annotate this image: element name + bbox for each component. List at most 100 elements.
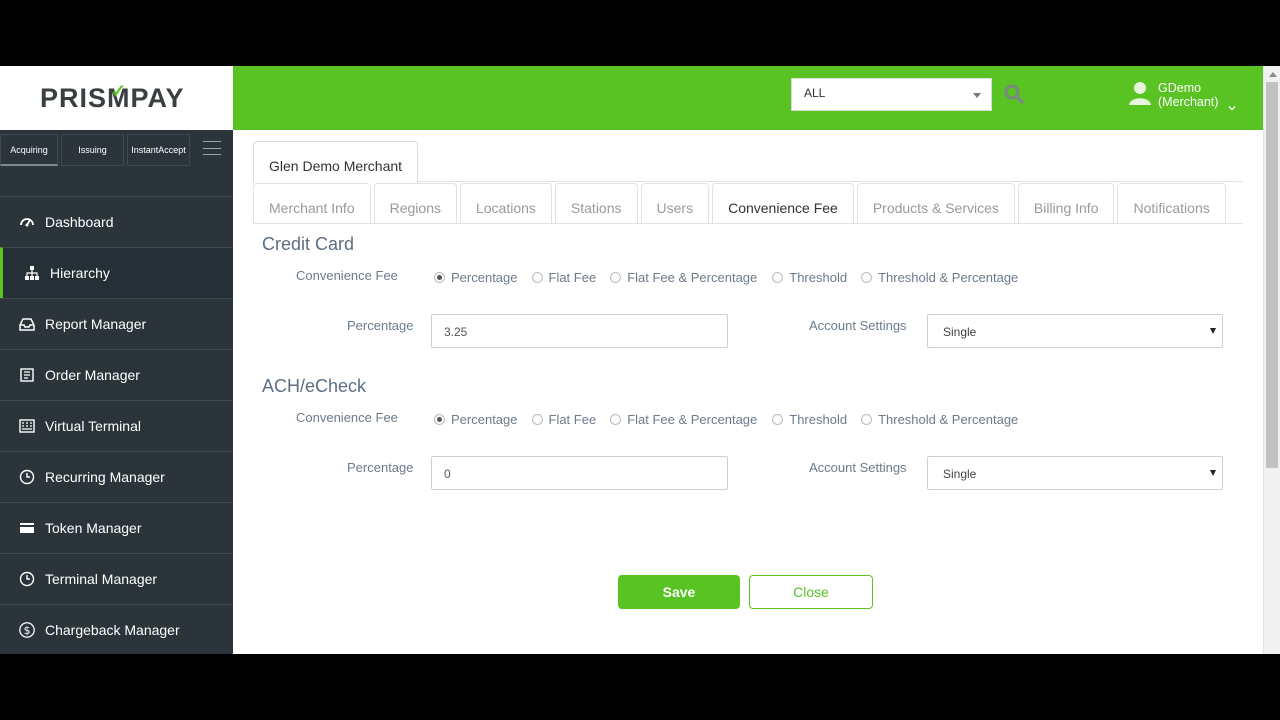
avatar xyxy=(1128,80,1152,106)
card-icon xyxy=(18,519,36,537)
credit-card-fee-type-group: Percentage Flat Fee Flat Fee & Percentag… xyxy=(434,268,1032,286)
close-button[interactable]: Close xyxy=(749,575,873,609)
sidebar-item-label: Virtual Terminal xyxy=(45,418,141,434)
sidebar-item-label: Recurring Manager xyxy=(45,469,165,485)
chevron-down-icon xyxy=(1228,99,1236,111)
radio-percentage[interactable]: Percentage xyxy=(434,412,518,427)
radio-button[interactable] xyxy=(610,271,622,283)
radio-percentage[interactable]: Percentage xyxy=(434,270,518,285)
sidebar-item-label: Dashboard xyxy=(45,214,114,230)
sidebar-item-label: Report Manager xyxy=(45,316,147,332)
sidebar-item-virtual-terminal[interactable]: Virtual Terminal xyxy=(0,400,233,451)
radio-button[interactable] xyxy=(434,271,445,283)
switch-issuing[interactable]: Issuing xyxy=(61,134,124,166)
sidebar-item-label: Terminal Manager xyxy=(45,571,158,587)
radio-label: Threshold xyxy=(789,269,848,285)
user-menu[interactable]: GDemo (Merchant) xyxy=(1128,78,1258,118)
radio-label: Threshold & Percentage xyxy=(878,411,1019,427)
logo: PRISM ✓ PAY xyxy=(40,80,185,113)
scroll-up-arrow-icon[interactable] xyxy=(1269,72,1277,77)
app-window: PRISM ✓ PAY Acquiring Issuing InstantAccep… xyxy=(0,66,1280,654)
radio-label: Flat Fee xyxy=(548,411,597,427)
search-icon[interactable] xyxy=(1003,83,1025,105)
scrollbar-thumb[interactable] xyxy=(1266,82,1278,468)
clock-icon xyxy=(18,570,36,588)
sidebar-item-label: Chargeback Manager xyxy=(45,622,180,638)
tab-bar: Merchant Info Regions Locations Stations… xyxy=(253,183,1229,224)
sidebar-item-label: Token Manager xyxy=(45,520,142,536)
radio-flat-fee-percentage[interactable]: Flat Fee & Percentage xyxy=(610,270,757,285)
tab-regions[interactable]: Regions xyxy=(373,183,457,224)
radio-threshold-percentage[interactable]: Threshold & Percentage xyxy=(861,270,1018,285)
scope-select[interactable]: ALL xyxy=(791,78,992,111)
sidebar-item-report-manager[interactable]: Report Manager xyxy=(0,298,233,349)
sidebar-item-hierarchy[interactable]: Hierarchy xyxy=(0,247,233,298)
radio-button[interactable] xyxy=(610,413,622,425)
radio-label: Flat Fee xyxy=(548,269,597,285)
radio-button[interactable] xyxy=(861,413,873,425)
radio-button[interactable] xyxy=(772,271,784,283)
sidebar: PRISM ✓ PAY Acquiring Issuing InstantAccep… xyxy=(0,66,233,654)
radio-label: Flat Fee & Percentage xyxy=(627,411,758,427)
ach-percentage-input[interactable]: 0 xyxy=(431,456,728,490)
clock-icon xyxy=(18,468,36,486)
tab-billing-info[interactable]: Billing Info xyxy=(1017,183,1115,224)
radio-flat-fee[interactable]: Flat Fee xyxy=(531,269,597,285)
percentage-label: Percentage xyxy=(347,318,414,333)
sidebar-nav: Dashboard Hierarchy Report Manager Order… xyxy=(0,196,233,654)
account-settings-label: Account Settings xyxy=(809,318,907,333)
radio-button[interactable] xyxy=(531,413,543,425)
main-content: Glen Demo Merchant Merchant Info Regions… xyxy=(233,130,1263,654)
sidebar-item-terminal-manager[interactable]: Terminal Manager xyxy=(0,553,233,604)
sidebar-item-order-manager[interactable]: Order Manager xyxy=(0,349,233,400)
radio-button[interactable] xyxy=(772,413,784,425)
select-value: Single xyxy=(943,467,977,481)
scrollbar[interactable] xyxy=(1263,66,1280,654)
sidebar-item-recurring-manager[interactable]: Recurring Manager xyxy=(0,451,233,502)
ach-account-settings-select[interactable]: Single xyxy=(927,456,1223,490)
section-title-ach-echeck: ACH/eCheck xyxy=(262,376,367,396)
product-switcher: Acquiring Issuing InstantAccept xyxy=(0,134,233,168)
tab-locations[interactable]: Locations xyxy=(459,183,552,224)
svg-text:$: $ xyxy=(24,624,31,637)
dollar-icon: $ xyxy=(18,621,36,639)
radio-threshold[interactable]: Threshold xyxy=(772,270,847,285)
switch-instantaccept[interactable]: InstantAccept xyxy=(127,134,190,166)
sidebar-item-chargeback-manager[interactable]: $ Chargeback Manager xyxy=(0,604,233,654)
keyboard-icon xyxy=(18,417,36,435)
section-title-credit-card: Credit Card xyxy=(262,234,355,254)
tab-products-services[interactable]: Products & Services xyxy=(856,183,1015,224)
radio-button[interactable] xyxy=(531,271,543,283)
radio-flat-fee[interactable]: Flat Fee xyxy=(531,411,597,427)
sidebar-item-label: Hierarchy xyxy=(50,265,110,281)
hamburger-icon[interactable] xyxy=(203,141,221,155)
tab-convenience-fee[interactable]: Convenience Fee xyxy=(712,183,854,224)
logo-area[interactable]: PRISM ✓ PAY xyxy=(0,66,233,130)
hierarchy-icon xyxy=(23,264,41,282)
radio-threshold[interactable]: Threshold xyxy=(772,412,847,427)
tab-stations[interactable]: Stations xyxy=(554,183,638,224)
caret-down-icon xyxy=(1210,328,1216,334)
radio-button[interactable] xyxy=(861,271,873,283)
dashboard-icon xyxy=(18,213,36,231)
radio-threshold-percentage[interactable]: Threshold & Percentage xyxy=(861,412,1018,427)
switch-acquiring[interactable]: Acquiring xyxy=(0,134,58,166)
merchant-tab[interactable]: Glen Demo Merchant xyxy=(253,141,418,183)
save-button[interactable]: Save xyxy=(618,575,740,609)
credit-card-percentage-input[interactable]: 3.25 xyxy=(431,314,728,348)
radio-label: Threshold & Percentage xyxy=(878,269,1019,285)
sidebar-item-dashboard[interactable]: Dashboard xyxy=(0,196,233,247)
sidebar-item-token-manager[interactable]: Token Manager xyxy=(0,502,233,553)
tab-merchant-info[interactable]: Merchant Info xyxy=(253,183,371,224)
user-role: (Merchant) xyxy=(1158,95,1219,109)
percentage-label: Percentage xyxy=(347,460,414,475)
credit-card-account-settings-select[interactable]: Single xyxy=(927,314,1223,348)
radio-label: Flat Fee & Percentage xyxy=(627,269,758,285)
radio-flat-fee-percentage[interactable]: Flat Fee & Percentage xyxy=(610,412,757,427)
tab-users[interactable]: Users xyxy=(640,183,710,224)
top-header: ALL GDemo (Merchant) xyxy=(233,66,1263,130)
tab-notifications[interactable]: Notifications xyxy=(1117,183,1226,224)
user-name: GDemo xyxy=(1158,81,1202,95)
radio-button[interactable] xyxy=(434,413,445,425)
radio-label: Percentage xyxy=(451,269,518,285)
